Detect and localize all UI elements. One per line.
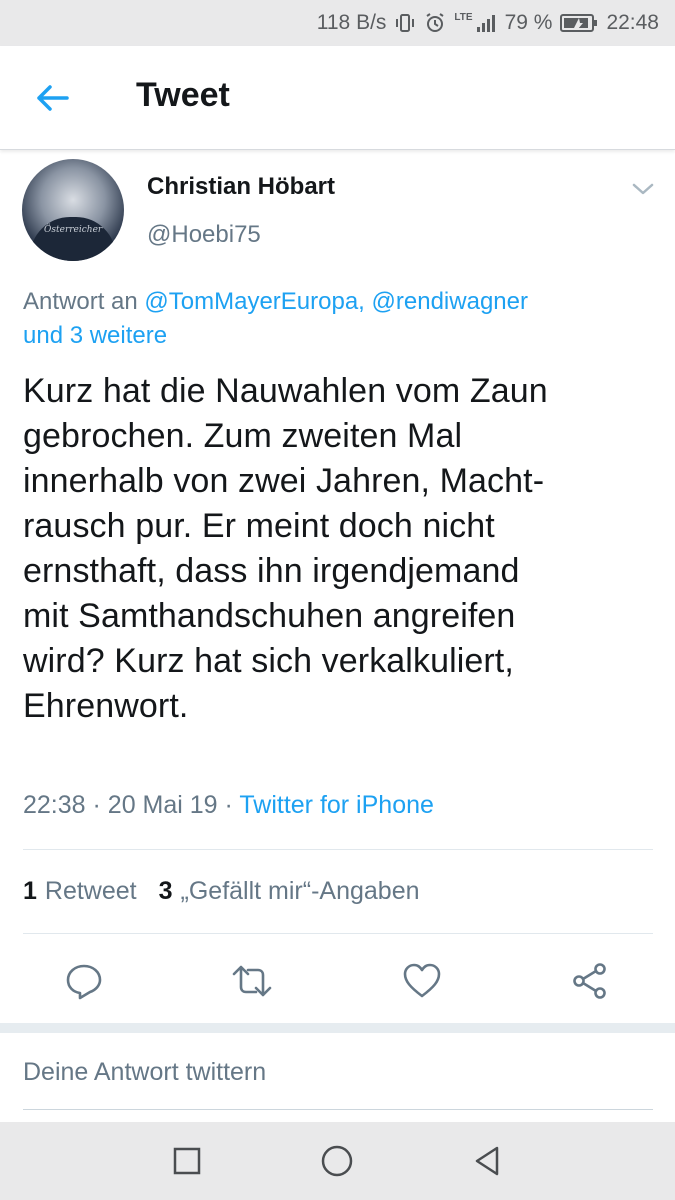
like-count: 3: [158, 877, 173, 905]
back-button[interactable]: [30, 80, 74, 116]
author-handle[interactable]: @Hoebi75: [147, 221, 261, 249]
like-label: „Gefällt mir“-Angaben: [180, 877, 420, 905]
tweet-meta: 22:38 · 20 Mai 19 · Twitter for iPhone: [23, 791, 434, 820]
tweet-date: 20 Mai 19: [107, 791, 218, 819]
meta-separator: ·: [92, 791, 101, 819]
chevron-down-icon: [632, 183, 654, 195]
home-button[interactable]: [315, 1139, 359, 1183]
tweet-text: Kurz hat die Nauwahlen vom Zaun gebroche…: [23, 372, 548, 725]
retweets-stat[interactable]: 1 Retweet: [23, 877, 137, 906]
page-title: Tweet: [136, 76, 230, 114]
reply-prefix: Antwort an: [23, 288, 138, 315]
like-button[interactable]: [400, 959, 444, 1003]
square-icon: [173, 1147, 201, 1175]
alarm-icon: [424, 12, 446, 34]
vibrate-icon: [394, 12, 416, 34]
retweet-button[interactable]: [230, 959, 274, 1003]
reply-context: Antwort an @TomMayerEuropa, @rendiwagner…: [23, 285, 653, 353]
reply-button[interactable]: [62, 959, 106, 1003]
recents-button[interactable]: [165, 1139, 209, 1183]
reply-icon: [66, 964, 102, 1000]
arrow-left-icon: [37, 85, 69, 111]
share-button[interactable]: [568, 959, 612, 1003]
mention-link[interactable]: @rendiwagner: [372, 288, 528, 315]
system-nav-bar: [0, 1122, 675, 1200]
reply-input[interactable]: Deine Antwort twittern: [23, 1035, 653, 1110]
divider: [23, 933, 653, 934]
tweet-source-link[interactable]: Twitter for iPhone: [239, 791, 434, 819]
author-name[interactable]: Christian Höbart: [147, 173, 335, 201]
circle-icon: [321, 1145, 353, 1177]
mention-link[interactable]: @TomMayerEuropa,: [144, 288, 364, 315]
section-separator: [0, 1023, 675, 1033]
likes-stat[interactable]: 3 „Gefällt mir“-Angaben: [159, 877, 420, 906]
signal-icon: [475, 12, 497, 34]
tweet-actions: [0, 951, 675, 1011]
divider: [23, 849, 653, 850]
tweet-stats: 1 Retweet 3 „Gefällt mir“-Angaben: [23, 877, 420, 906]
back-nav-button[interactable]: [465, 1139, 509, 1183]
retweet-icon: [232, 965, 272, 997]
battery-icon: [560, 13, 598, 33]
avatar-text: Österreicher: [44, 225, 103, 235]
retweet-label: Retweet: [44, 877, 137, 905]
avatar-shirt: [30, 217, 116, 261]
battery-percent: 79 %: [504, 11, 553, 34]
tweet-menu-button[interactable]: [630, 179, 656, 199]
network-label: LTE: [454, 11, 473, 23]
triangle-back-icon: [475, 1146, 499, 1176]
share-icon: [573, 963, 606, 999]
meta-separator: ·: [224, 791, 233, 819]
retweet-count: 1: [23, 877, 37, 905]
avatar[interactable]: Österreicher: [22, 159, 124, 261]
net-speed: 118 B/s: [316, 11, 387, 34]
status-bar: 118 B/s LTE 79 % 22:48: [0, 0, 675, 46]
tweet-time: 22:38: [23, 791, 86, 819]
heart-icon: [403, 963, 441, 998]
clock: 22:48: [606, 11, 659, 34]
app-header: Tweet: [0, 46, 675, 150]
more-mentions-link[interactable]: und 3 weitere: [23, 322, 167, 349]
